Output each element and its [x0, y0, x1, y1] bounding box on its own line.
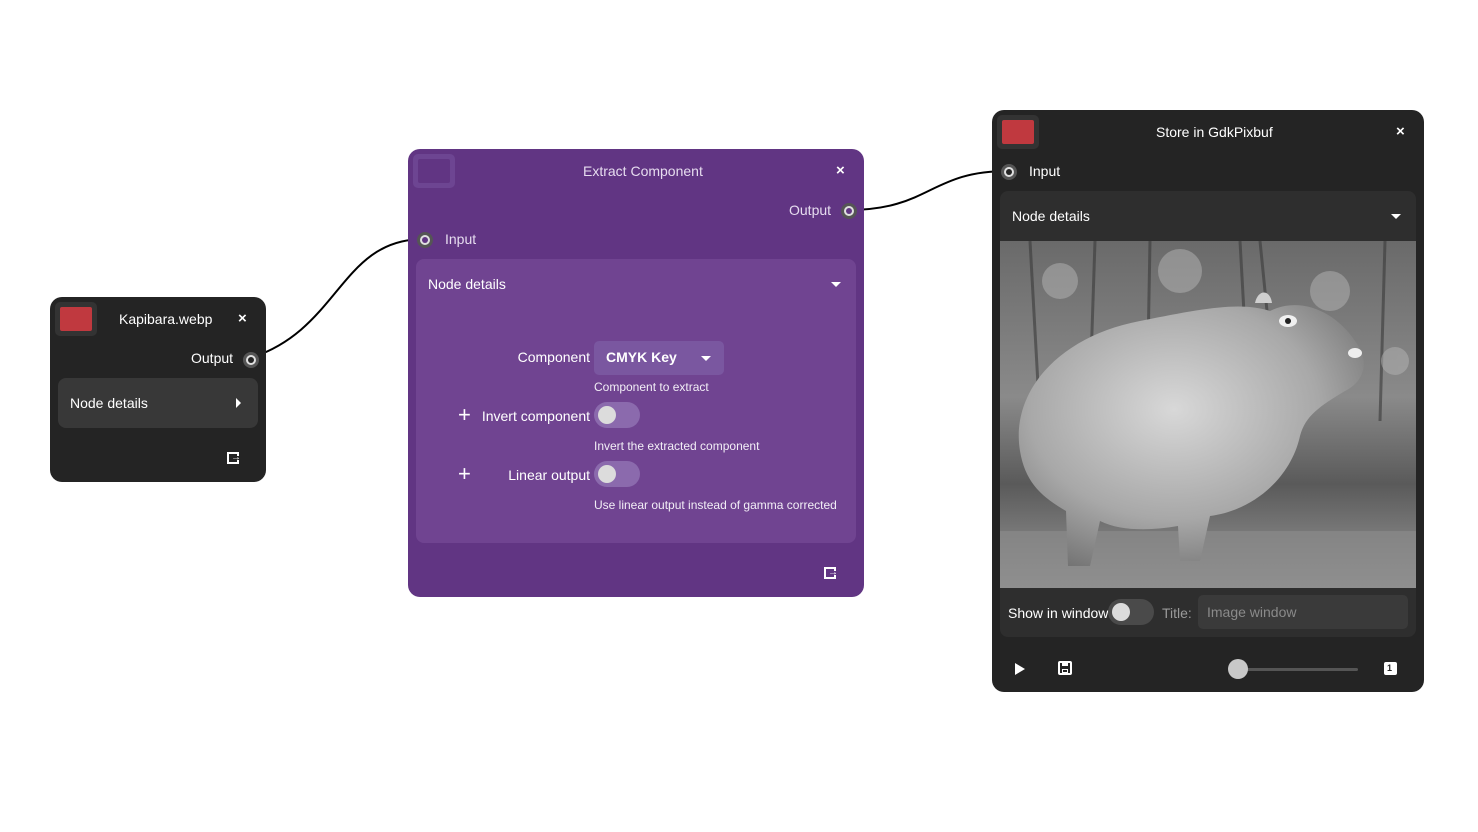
add-icon[interactable]: + [458, 404, 471, 426]
window-title-input[interactable]: Image window [1198, 595, 1408, 629]
node-title: Store in GdkPixbuf [1156, 124, 1273, 140]
capybara-preview-image [1000, 241, 1416, 588]
chevron-down-icon[interactable] [831, 282, 841, 287]
preview-image-graphic [1000, 241, 1416, 588]
zoom-slider-track[interactable] [1238, 668, 1358, 671]
output-label: Output [789, 202, 832, 218]
input-socket[interactable] [1001, 164, 1017, 180]
linear-output-label: Linear output [508, 467, 590, 483]
node-details-panel: Node details Component CMYK Key Componen… [416, 259, 856, 543]
add-icon[interactable]: + [458, 463, 471, 485]
close-icon[interactable]: × [238, 311, 247, 327]
output-label: Output [191, 350, 234, 366]
node-title: Extract Component [583, 163, 703, 179]
node-details-label: Node details [70, 395, 148, 411]
show-in-window-label: Show in window [1008, 605, 1109, 621]
zoom-slider-handle[interactable] [1228, 659, 1248, 679]
component-label: Component [517, 349, 590, 365]
export-button[interactable]: → [227, 452, 241, 466]
node-details-label[interactable]: Node details [1012, 208, 1090, 224]
chevron-down-icon[interactable] [1391, 214, 1401, 219]
node-color-swatch[interactable] [997, 115, 1039, 149]
node-details-panel: Node details Show in window Title: Image… [1000, 191, 1416, 637]
save-button[interactable] [1058, 661, 1072, 675]
wire-kapibara-to-extract [249, 238, 425, 359]
zoom-one-icon: 1 [1387, 663, 1393, 673]
input-label: Input [445, 231, 477, 247]
window-title-placeholder: Image window [1207, 604, 1297, 620]
node-details-label[interactable]: Node details [428, 276, 506, 292]
node-color-swatch[interactable] [55, 302, 97, 336]
linear-output-help: Use linear output instead of gamma corre… [594, 498, 837, 512]
close-icon[interactable]: × [836, 163, 845, 179]
chevron-right-icon [236, 398, 241, 408]
input-label: Input [1029, 163, 1061, 179]
output-socket[interactable] [243, 352, 259, 368]
node-color-swatch[interactable] [413, 154, 455, 188]
export-button[interactable]: → [824, 567, 838, 581]
component-help: Component to extract [594, 380, 709, 394]
invert-component-switch[interactable] [594, 402, 640, 428]
component-dropdown-value: CMYK Key [606, 349, 677, 365]
title-label: Title: [1162, 605, 1192, 621]
play-button[interactable] [1014, 662, 1026, 676]
play-icon [1015, 663, 1025, 675]
invert-component-help: Invert the extracted component [594, 439, 760, 453]
node-extract-component[interactable]: Extract Component × Output Input Node de… [408, 149, 864, 597]
node-store-gdkpixbuf[interactable]: Store in GdkPixbuf × Input Node details [992, 110, 1424, 692]
node-kapibara[interactable]: Kapibara.webp × Output Node details → [50, 297, 266, 482]
output-socket[interactable] [841, 203, 857, 219]
linear-output-switch[interactable] [594, 461, 640, 487]
wire-extract-to-store [847, 170, 1009, 211]
chevron-down-icon [701, 356, 711, 361]
input-socket[interactable] [417, 232, 433, 248]
zoom-reset-button[interactable]: 1 [1384, 662, 1397, 675]
save-icon [1058, 661, 1072, 675]
component-dropdown[interactable]: CMYK Key [594, 341, 724, 375]
show-in-window-switch[interactable] [1108, 599, 1154, 625]
node-title: Kapibara.webp [119, 311, 213, 327]
close-icon[interactable]: × [1396, 124, 1405, 140]
invert-component-label: Invert component [481, 408, 590, 424]
node-details-expander[interactable]: Node details [58, 378, 258, 428]
